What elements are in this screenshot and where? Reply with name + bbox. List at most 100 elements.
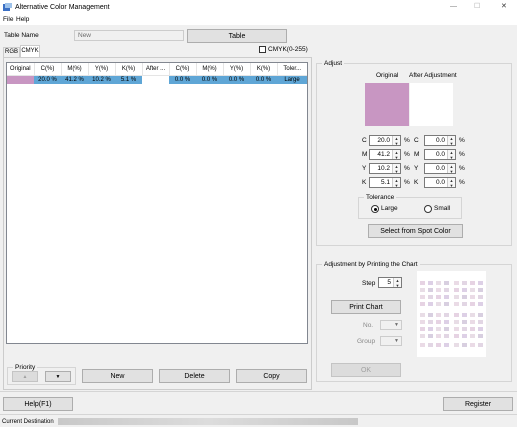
menu-help[interactable]: Help (16, 16, 29, 24)
spinner-arrows-icon[interactable]: ▲ ▼ (392, 164, 400, 174)
spinner-arrows-icon[interactable]: ▲ ▼ (392, 150, 400, 160)
print-chart-button[interactable]: Print Chart (331, 300, 401, 314)
chart-patch (444, 320, 449, 324)
col-c2[interactable]: C(%) (169, 63, 197, 76)
printing-label: Adjustment by Printing the Chart (322, 260, 420, 269)
col-k2[interactable]: K(%) (250, 63, 278, 76)
chart-patch (470, 295, 475, 299)
col-after[interactable]: After ... (142, 63, 170, 76)
close-icon[interactable]: ✕ (501, 3, 507, 11)
tolerance-small-label: Small (434, 205, 451, 212)
chart-patch (478, 281, 483, 285)
row-y: 10.2 % (92, 76, 111, 83)
after-c-spinner[interactable]: 0.0 ▲ ▼ (424, 135, 456, 146)
unit-label: % (459, 137, 465, 144)
original-k-spinner[interactable]: 5.1 ▲ ▼ (369, 177, 401, 188)
chart-patch (444, 334, 449, 338)
unit-label: % (404, 179, 410, 186)
maximize-icon[interactable]: ☐ (474, 3, 480, 11)
help-button[interactable]: Help(F1) (3, 397, 73, 411)
spinner-arrows-icon[interactable]: ▲ ▼ (447, 178, 455, 188)
row-m: 41.2 % (65, 76, 84, 83)
chart-patch (470, 302, 475, 306)
row-k2: 0.0 % (255, 76, 272, 83)
priority-up-button[interactable]: ▲ (12, 371, 38, 382)
chart-patch (462, 320, 467, 324)
delete-button[interactable]: Delete (159, 369, 230, 383)
chart-patch (478, 334, 483, 338)
spinner-arrows-icon[interactable]: ▲ ▼ (447, 164, 455, 174)
col-y[interactable]: Y(%) (88, 63, 116, 76)
tolerance-small-radio[interactable] (424, 205, 432, 213)
copy-button[interactable]: Copy (236, 369, 307, 383)
color-table: Original C(%) M(%) Y(%) K(%) After ... C… (6, 62, 308, 344)
no-select: ▼ (380, 320, 402, 330)
separator (0, 391, 517, 392)
spinner-arrows-icon[interactable]: ▲ ▼ (392, 178, 400, 188)
ok-button: OK (331, 363, 401, 377)
row-k: 5.1 % (120, 76, 137, 83)
select-spot-color-button[interactable]: Select from Spot Color (368, 224, 463, 238)
spinner-arrows-icon[interactable]: ▲ ▼ (392, 136, 400, 146)
col-m[interactable]: M(%) (61, 63, 89, 76)
col-m2[interactable]: M(%) (196, 63, 224, 76)
table-button[interactable]: Table (187, 29, 287, 43)
original-y-spinner[interactable]: 10.2 ▲ ▼ (369, 163, 401, 174)
chart-patch (420, 334, 425, 338)
original-y-value: 10.2 (377, 165, 390, 172)
chart-patch (462, 288, 467, 292)
chart-patch (470, 313, 475, 317)
minimize-icon[interactable]: — (450, 3, 457, 11)
adjust-label: Adjust (322, 59, 345, 68)
col-k[interactable]: K(%) (115, 63, 143, 76)
cmyk-range-label: CMYK(0-255) (268, 46, 308, 53)
spinner-arrows-icon[interactable]: ▲ ▼ (393, 278, 401, 288)
adjust-c-label: C (362, 137, 367, 144)
original-swatch (365, 83, 409, 126)
chart-patch (444, 281, 449, 285)
unit-label: % (459, 151, 465, 158)
tolerance-large-radio[interactable] (371, 205, 379, 213)
after-m-spinner[interactable]: 0.0 ▲ ▼ (424, 149, 456, 160)
chart-patch (436, 327, 441, 331)
after-k-spinner[interactable]: 0.0 ▲ ▼ (424, 177, 456, 188)
col-c[interactable]: C(%) (34, 63, 62, 76)
original-m-spinner[interactable]: 41.2 ▲ ▼ (369, 149, 401, 160)
col-original[interactable]: Original (7, 63, 35, 76)
chart-patch (420, 320, 425, 324)
tab-rgb-label: RGB (4, 49, 18, 55)
chevron-down-icon: ▼ (394, 338, 399, 344)
after-adjustment-label: After Adjustment (409, 72, 457, 79)
table-row[interactable]: 20.0 % 41.2 % 10.2 % 5.1 % 0.0 % 0.0 % 0… (7, 75, 307, 84)
chart-patch (420, 288, 425, 292)
priority-down-button[interactable]: ▼ (45, 371, 71, 382)
chart-patch (436, 320, 441, 324)
register-button[interactable]: Register (443, 397, 513, 411)
spinner-arrows-icon[interactable]: ▲ ▼ (447, 150, 455, 160)
original-m-value: 41.2 (377, 151, 390, 158)
chart-patch (470, 288, 475, 292)
chart-patch (478, 288, 483, 292)
new-button[interactable]: New (82, 369, 153, 383)
chart-patch (454, 313, 459, 317)
chart-preview (417, 271, 486, 357)
spinner-arrows-icon[interactable]: ▲ ▼ (447, 136, 455, 146)
menu-file[interactable]: File (3, 16, 13, 24)
original-c-spinner[interactable]: 20.0 ▲ ▼ (369, 135, 401, 146)
after-y-spinner[interactable]: 0.0 ▲ ▼ (424, 163, 456, 174)
tab-rgb[interactable]: RGB (3, 47, 20, 57)
chart-patch (462, 334, 467, 338)
unit-label: % (404, 151, 410, 158)
cmyk-range-checkbox[interactable] (259, 46, 266, 53)
adjust-k-label: K (362, 179, 367, 186)
col-tolerance[interactable]: Toler... (277, 63, 307, 76)
chart-grid (420, 281, 483, 347)
col-y2[interactable]: Y(%) (223, 63, 251, 76)
adjust-m-label: M (362, 151, 368, 158)
chart-patch (454, 295, 459, 299)
tolerance-label: Tolerance (364, 193, 397, 202)
step-spinner[interactable]: 5 ▲ ▼ (378, 277, 402, 288)
chart-patch (436, 334, 441, 338)
step-label: Step (362, 280, 376, 287)
chart-patch (444, 327, 449, 331)
